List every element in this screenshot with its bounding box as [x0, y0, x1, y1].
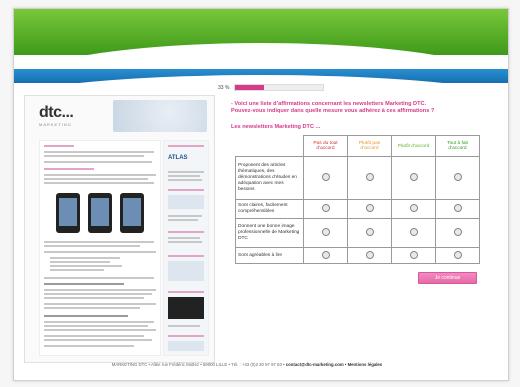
- radio-button[interactable]: [409, 173, 418, 181]
- row-statement: Proposent des articles thématiques, des …: [235, 156, 304, 200]
- newsletter-logo-sub: MARKETING: [39, 122, 72, 127]
- atlas-logo: ATLAS: [168, 155, 188, 161]
- newsletter-hero-image: [113, 100, 207, 132]
- progress-label: 33 %: [218, 84, 230, 91]
- progress-indicator: 33 %: [218, 84, 325, 91]
- footer-contact-link[interactable]: contact@dtc-marketing.com: [286, 362, 344, 367]
- continue-button[interactable]: Je continue: [418, 272, 477, 284]
- newsletter-logo: dtc...: [39, 104, 74, 121]
- question-subtitle: Les newsletters Marketing DTC ...: [231, 124, 321, 130]
- row-statement: Donnent une bonne image professionnelle …: [235, 218, 304, 248]
- radio-button[interactable]: [321, 204, 330, 212]
- row-statement: Sont claires, facilement compréhensibles: [235, 199, 304, 219]
- newsletter-side-column: ATLAS: [163, 140, 209, 356]
- footer-legal-link[interactable]: • Mentions légales: [344, 362, 382, 367]
- radio-button[interactable]: [365, 173, 374, 181]
- matrix-corner: [235, 135, 304, 157]
- column-header-strongly-agree: Tout à fait d’accord: [435, 135, 480, 157]
- column-header-disagree: Plutôt pas d’accord: [347, 135, 392, 157]
- radio-button[interactable]: [409, 204, 418, 212]
- progress-bar: [234, 84, 325, 91]
- radio-button[interactable]: [453, 204, 462, 212]
- radio-button[interactable]: [321, 250, 330, 259]
- row-statement: Sont agréables à lire: [235, 247, 304, 264]
- rating-matrix: Pas du tout d’accord Plutôt pas d’accord…: [235, 135, 480, 264]
- question-text: - Voici une liste d’affirmations concern…: [231, 101, 493, 115]
- footer-address: MARKETING DTC • Allée rue Frédéric Motte…: [111, 362, 286, 367]
- radio-button[interactable]: [453, 228, 462, 236]
- radio-button[interactable]: [321, 173, 330, 181]
- radio-button[interactable]: [365, 204, 374, 212]
- radio-button[interactable]: [409, 250, 418, 259]
- footer: MARKETING DTC • Allée rue Frédéric Motte…: [0, 362, 494, 370]
- radio-button[interactable]: [365, 228, 374, 236]
- matrix-row: Sont claires, facilement compréhensibles: [235, 199, 480, 219]
- column-header-agree: Plutôt d’accord: [391, 135, 436, 157]
- radio-button[interactable]: [453, 173, 462, 181]
- newsletter-main-column: [39, 140, 161, 356]
- progress-fill: [235, 85, 265, 90]
- matrix-row: Sont agréables à lire: [235, 247, 480, 264]
- radio-button[interactable]: [409, 228, 418, 236]
- radio-button[interactable]: [453, 250, 462, 259]
- radio-button[interactable]: [365, 250, 374, 259]
- question-line-2: Pouvez-vous indiquer dans quelle mesure …: [231, 108, 435, 114]
- radio-button[interactable]: [321, 228, 330, 236]
- newsletter-preview-image: dtc... MARKETING ATLAS: [24, 95, 215, 363]
- matrix-header-row: Pas du tout d’accord Plutôt pas d’accord…: [235, 135, 480, 157]
- question-line-1: - Voici une liste d’affirmations concern…: [231, 101, 427, 107]
- matrix-row: Donnent une bonne image professionnelle …: [235, 218, 480, 248]
- column-header-strongly-disagree: Pas du tout d’accord: [303, 135, 348, 157]
- matrix-row: Proposent des articles thématiques, des …: [235, 156, 480, 200]
